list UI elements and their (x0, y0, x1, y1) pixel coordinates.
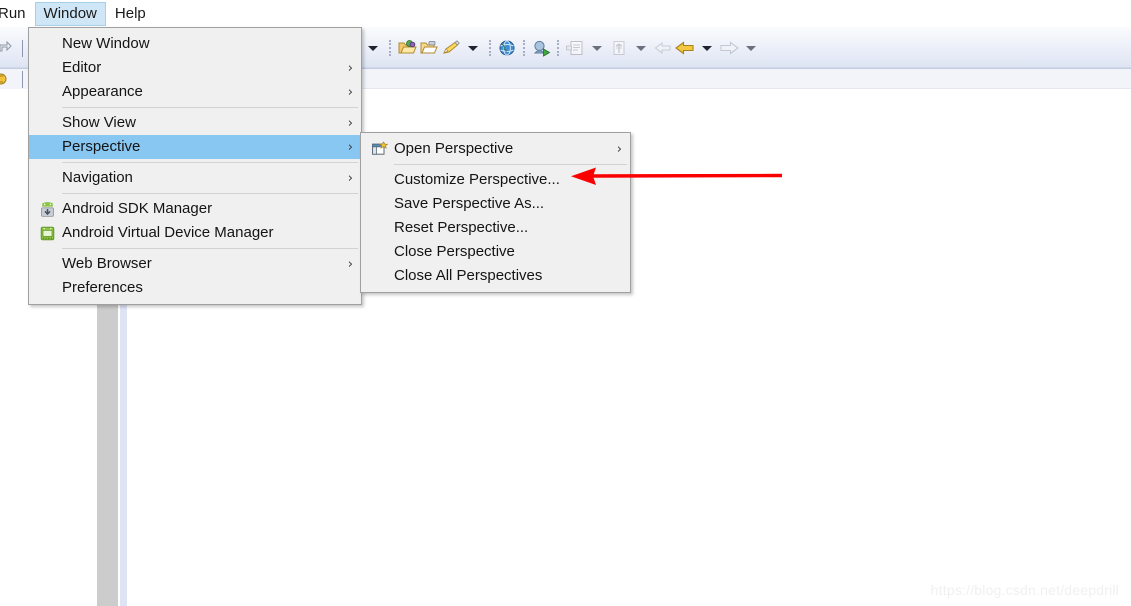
chevron-down-icon[interactable] (468, 45, 478, 51)
menu-item-icon-placeholder (364, 217, 394, 239)
back-icon[interactable] (674, 37, 696, 59)
chevron-right-icon: › (616, 141, 622, 157)
chevron-down-icon[interactable] (592, 45, 602, 51)
menu-item-save-perspective-as[interactable]: Save Perspective As... (361, 192, 630, 216)
menu-item-label: Preferences (62, 279, 143, 296)
menu-item-label: Customize Perspective... (394, 171, 560, 188)
menu-item-preferences[interactable]: Preferences (29, 276, 361, 300)
chevron-down-icon[interactable] (368, 45, 378, 51)
window-menu-dropdown: New Window Editor › Appearance › Show Vi… (28, 27, 362, 305)
toolbar-separator (22, 39, 23, 57)
menu-item-label: Android SDK Manager (62, 200, 213, 217)
menu-item-reset-perspective[interactable]: Reset Perspective... (361, 216, 630, 240)
open-perspective-icon (364, 138, 394, 160)
menu-item-show-view[interactable]: Show View › (29, 111, 361, 135)
menu-item-label: Close Perspective (394, 243, 515, 260)
menu-item-close-perspective[interactable]: Close Perspective (361, 240, 630, 264)
toolbar-separator (489, 40, 491, 56)
menu-item-label: Open Perspective (394, 140, 514, 157)
menu-item-icon-placeholder (32, 253, 62, 275)
watermark-text: https://blog.csdn.net/deepdrill (930, 582, 1119, 598)
android-avd-manager-icon (32, 222, 62, 244)
toolbar-separator (523, 40, 525, 56)
menu-item-label: Perspective (62, 138, 141, 155)
chevron-down-icon[interactable] (702, 45, 712, 51)
chevron-down-icon[interactable] (636, 45, 646, 51)
menubar-item-window[interactable]: Window (34, 1, 106, 26)
menubar-item-help[interactable]: Help (106, 2, 155, 26)
menu-item-appearance[interactable]: Appearance › (29, 80, 361, 104)
menu-item-label: Save Perspective As... (394, 195, 545, 212)
menu-item-new-window[interactable]: New Window (29, 32, 361, 56)
eclipse-window: Run Window Help New Window Editor › Appe… (0, 0, 1131, 606)
menu-item-navigation[interactable]: Navigation › (29, 166, 361, 190)
toolbar-separator (557, 40, 559, 56)
toolbar-separator (22, 70, 23, 88)
debug-icon[interactable] (0, 68, 14, 90)
forward-icon[interactable] (718, 37, 740, 59)
chevron-right-icon: › (347, 256, 353, 272)
android-sdk-manager-icon (32, 198, 62, 220)
menu-item-icon-placeholder (32, 112, 62, 134)
menu-item-icon-placeholder (32, 33, 62, 55)
open-resource-icon[interactable] (418, 37, 440, 59)
menu-item-close-all-perspectives[interactable]: Close All Perspectives (361, 264, 630, 288)
menu-item-icon-placeholder (32, 277, 62, 299)
menu-item-label: Appearance (62, 83, 143, 100)
menu-item-icon-placeholder (364, 193, 394, 215)
open-type-icon[interactable] (396, 37, 418, 59)
menu-item-label: Close All Perspectives (394, 267, 543, 284)
menu-separator (62, 193, 358, 194)
menu-item-perspective[interactable]: Perspective › (29, 135, 361, 159)
menu-item-android-sdk-manager[interactable]: Android SDK Manager (29, 197, 361, 221)
menu-item-editor[interactable]: Editor › (29, 56, 361, 80)
toolbar-separator (389, 40, 391, 56)
chevron-right-icon: › (347, 139, 353, 155)
open-web-browser-icon[interactable] (496, 37, 518, 59)
chevron-down-icon[interactable] (746, 45, 756, 51)
menu-item-web-browser[interactable]: Web Browser › (29, 252, 361, 276)
menu-separator (62, 162, 358, 163)
chevron-right-icon: › (347, 170, 353, 186)
menu-item-label: Editor (62, 59, 102, 76)
menu-item-label: New Window (62, 35, 150, 52)
back-small-icon[interactable] (652, 37, 674, 59)
run-android-icon[interactable] (530, 37, 552, 59)
menu-item-label: Web Browser (62, 255, 152, 272)
next-annotation-icon[interactable] (608, 37, 630, 59)
menu-item-icon-placeholder (364, 169, 394, 191)
new-java-class-icon[interactable] (564, 37, 586, 59)
menu-item-icon-placeholder (32, 167, 62, 189)
toolbar-button-group (362, 27, 762, 69)
chevron-right-icon: › (347, 115, 353, 131)
menu-bar: Run Window Help (0, 0, 1131, 27)
menu-item-label: Android Virtual Device Manager (62, 224, 274, 241)
menu-item-icon-placeholder (364, 241, 394, 263)
menu-item-label: Show View (62, 114, 136, 131)
menu-item-icon-placeholder (32, 57, 62, 79)
menu-item-open-perspective[interactable]: Open Perspective › (361, 137, 630, 161)
chevron-right-icon: › (347, 84, 353, 100)
menu-item-icon-placeholder (32, 136, 62, 158)
menu-separator (62, 248, 358, 249)
menu-item-label: Reset Perspective... (394, 219, 529, 236)
menu-item-android-virtual-device-manager[interactable]: Android Virtual Device Manager (29, 221, 361, 245)
menu-item-label: Navigation (62, 169, 133, 186)
highlight-pen-icon[interactable] (440, 37, 462, 59)
menu-separator (394, 164, 627, 165)
menubar-item-run[interactable]: Run (0, 2, 35, 26)
chevron-right-icon: › (347, 60, 353, 76)
menu-item-icon-placeholder (364, 265, 394, 287)
menu-item-customize-perspective[interactable]: Customize Perspective... (361, 168, 630, 192)
perspective-submenu: Open Perspective › Customize Perspective… (360, 132, 631, 293)
step-return-icon[interactable] (0, 37, 16, 59)
menu-item-icon-placeholder (32, 81, 62, 103)
menu-separator (62, 107, 358, 108)
